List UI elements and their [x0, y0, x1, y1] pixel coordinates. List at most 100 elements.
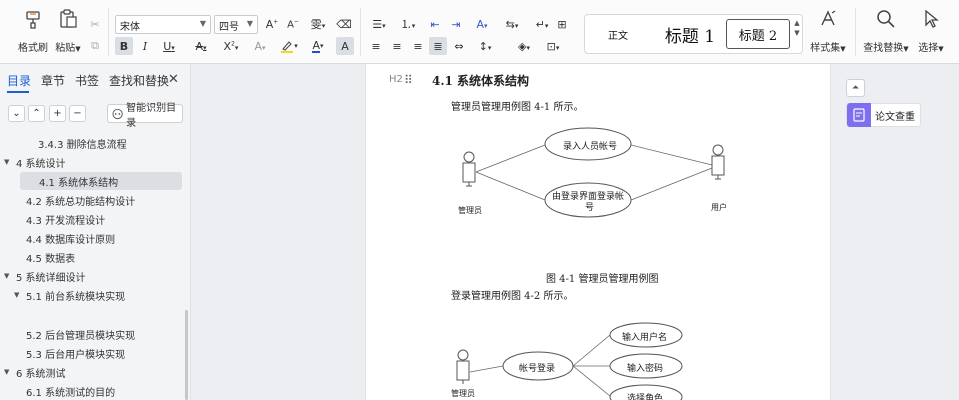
close-icon[interactable]: ✕: [168, 72, 179, 87]
sort-button[interactable]: ⇆▾: [500, 15, 524, 33]
toc-item[interactable]: ▼ 5 系统详细设计: [4, 267, 86, 285]
paint-bucket-icon: ◈▾: [518, 39, 530, 53]
copy-button[interactable]: ⧉: [86, 37, 104, 55]
highlight-button[interactable]: ▾: [277, 37, 301, 55]
paper-check-button[interactable]: 论文查重: [846, 103, 921, 127]
increase-indent-button[interactable]: ⇥: [447, 15, 465, 33]
smart-toc-icon: [112, 108, 123, 119]
toc-item-label: 5.3 后台用户模块实现: [26, 349, 126, 361]
style-set-icon: [821, 10, 836, 26]
show-marks-button[interactable]: ↵▾: [530, 15, 554, 33]
justify-button[interactable]: ≣: [429, 37, 447, 55]
decrease-indent-button[interactable]: ⇤: [426, 15, 444, 33]
usecase-label: 帐号登录: [519, 364, 556, 374]
align-right-button[interactable]: ≡: [409, 37, 427, 55]
shading-button[interactable]: ◈▾: [512, 37, 536, 55]
toc-item[interactable]: 6.1 系统测试的目的: [26, 382, 115, 400]
expand-arrow-icon[interactable]: ▼: [4, 158, 16, 166]
toc-item-label: 4 系统设计: [16, 158, 66, 170]
bullet-list-icon: ☰▾: [372, 17, 386, 31]
style-heading2[interactable]: 标题 2: [726, 19, 790, 49]
expand-button[interactable]: ⌃: [28, 105, 45, 122]
style-heading1[interactable]: 标题 1: [655, 19, 725, 49]
tab-bookmarks[interactable]: 书签: [75, 72, 99, 89]
justify-icon: ≣: [433, 39, 443, 53]
toc-item[interactable]: 4.5 数据表: [26, 248, 75, 266]
style-set-label: 样式集▼: [810, 43, 846, 54]
phonetic-icon: 雯▾: [310, 18, 326, 31]
usecase-label: 录入人员帐号: [563, 142, 618, 152]
toc-item[interactable]: 3.4.3 删除信息流程: [38, 134, 127, 152]
toc-item[interactable]: 4.3 开发流程设计: [26, 210, 105, 228]
text-effect-icon: A▾: [254, 39, 266, 53]
italic-button[interactable]: I: [136, 37, 154, 55]
collapse-panel-button[interactable]: ⏶: [846, 79, 865, 97]
toc-item-label: 4.4 数据库设计原则: [26, 234, 116, 246]
strikethrough-button[interactable]: A▾: [190, 37, 212, 55]
shrink-font-icon: A−: [287, 17, 299, 31]
expand-arrow-icon[interactable]: ▼: [4, 272, 16, 280]
toc-item[interactable]: 5.2 后台管理员模块实现: [26, 325, 135, 343]
select-button[interactable]: 选择▼: [914, 8, 948, 54]
chinese-layout-button[interactable]: A▾: [470, 15, 494, 33]
expand-arrow-icon[interactable]: ▼: [4, 368, 16, 376]
add-heading-button[interactable]: +: [49, 105, 66, 122]
actor-label: 用户: [711, 203, 727, 212]
align-left-button[interactable]: ≡: [367, 37, 385, 55]
table-button[interactable]: ⊞: [553, 15, 571, 33]
tab-find-replace[interactable]: 查找和替换: [109, 72, 169, 89]
format-painter-button[interactable]: 格式刷: [16, 8, 50, 54]
remove-heading-button[interactable]: −: [69, 105, 86, 122]
actor-label: 管理员: [458, 206, 482, 215]
toc-item[interactable]: ▼ 5.1 前台系统模块实现: [14, 286, 125, 304]
phonetic-button[interactable]: 雯▾: [306, 15, 330, 33]
paste-icon: [60, 9, 77, 28]
shrink-font-button[interactable]: A−: [284, 15, 302, 33]
font-name-select[interactable]: 宋体 ▼: [115, 15, 211, 34]
numbered-list-button[interactable]: ⒈▾: [396, 15, 420, 33]
separator: [360, 8, 361, 56]
toc-item[interactable]: 4.4 数据库设计原则: [26, 229, 115, 247]
toc-item[interactable]: ▼ 6 系统测试: [4, 363, 66, 381]
bold-button[interactable]: B: [115, 37, 133, 55]
grow-font-button[interactable]: A+: [263, 15, 281, 33]
tab-chapters[interactable]: 章节: [41, 72, 65, 89]
chevron-down-icon: ▼: [794, 29, 800, 37]
toc-item-label: 6.1 系统测试的目的: [26, 387, 116, 399]
toc-item[interactable]: 5.3 后台用户模块实现: [26, 344, 125, 362]
align-center-button[interactable]: ≡: [388, 37, 406, 55]
char-shading-button[interactable]: A: [336, 37, 354, 55]
style-set-button[interactable]: 样式集▼: [808, 8, 848, 54]
find-replace-button[interactable]: 查找替换▼: [862, 8, 910, 54]
collapse-all-button[interactable]: ⌄: [8, 105, 25, 122]
line-spacing-button[interactable]: ↕▾: [473, 37, 497, 55]
nav-scrollbar[interactable]: [185, 310, 188, 400]
paste-button[interactable]: 粘贴▼: [52, 8, 84, 54]
toc-item[interactable]: 4.2 系统总功能结构设计: [26, 191, 135, 209]
style-gallery-scroll[interactable]: ▲ ▼: [792, 18, 802, 38]
toc-item-label: 4.5 数据表: [26, 253, 76, 265]
font-color-button[interactable]: A ▾: [306, 37, 330, 55]
format-painter-icon: [26, 11, 40, 29]
expand-arrow-icon[interactable]: ▼: [14, 291, 26, 299]
toc-item-label: 5 系统详细设计: [16, 272, 86, 284]
distributed-button[interactable]: ⇔: [450, 37, 468, 55]
italic-icon: I: [142, 39, 148, 53]
drag-handle-icon[interactable]: ⠿: [404, 73, 413, 87]
superscript-button[interactable]: X2▾: [218, 37, 244, 55]
copy-icon: ⧉: [91, 39, 99, 52]
smart-toc-button[interactable]: 智能识别目录: [107, 103, 183, 129]
toc-item[interactable]: ▼ 4 系统设计: [4, 153, 66, 171]
tab-toc[interactable]: 目录: [7, 72, 31, 89]
cursor-icon: [925, 9, 939, 28]
border-button[interactable]: ⊡▾: [541, 37, 565, 55]
underline-button[interactable]: U▾: [157, 37, 181, 55]
clear-format-button[interactable]: ⌫: [335, 15, 353, 33]
style-normal[interactable]: 正文: [593, 19, 643, 49]
toc-item[interactable]: 4.1 系统体系结构: [20, 172, 182, 190]
font-name-value: 宋体: [120, 22, 140, 33]
bullet-list-button[interactable]: ☰▾: [367, 15, 391, 33]
text-effect-button[interactable]: A▾: [249, 37, 271, 55]
font-size-select[interactable]: 四号 ▼: [214, 15, 258, 34]
cut-button[interactable]: ✂: [86, 15, 104, 33]
